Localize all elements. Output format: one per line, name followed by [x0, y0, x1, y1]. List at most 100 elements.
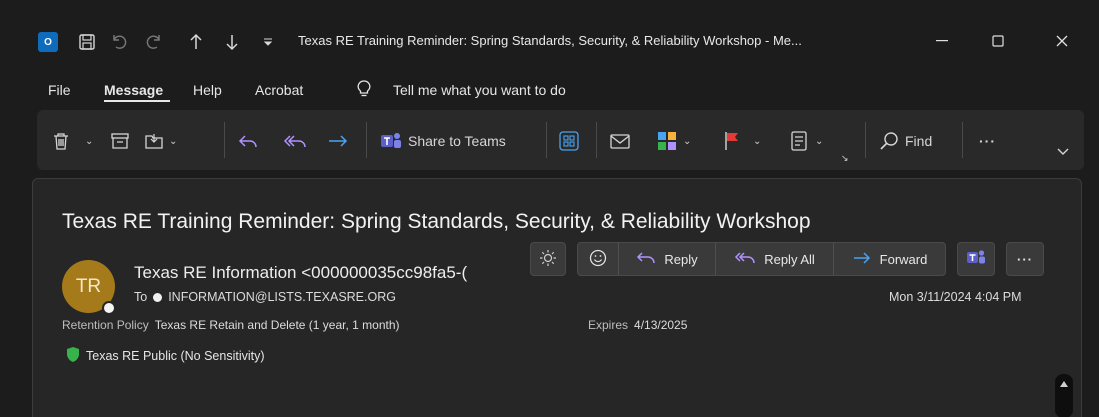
reply-label: Reply [664, 251, 698, 267]
mark-unread-button[interactable] [609, 127, 631, 155]
more-icon: ··· [1017, 251, 1033, 267]
find-button[interactable]: Find [879, 127, 932, 155]
reply-icon [636, 251, 656, 268]
sensitivity-text: Texas RE Public (No Sensitivity) [86, 349, 265, 363]
menu-acrobat[interactable]: Acrobat [255, 82, 303, 98]
smiley-icon [589, 249, 607, 270]
sun-icon [539, 249, 557, 270]
redo-icon[interactable] [145, 27, 163, 57]
quick-steps-icon [789, 131, 809, 151]
reply-action-button[interactable]: Reply [618, 243, 715, 275]
reply-all-action-button[interactable]: Reply All [715, 243, 833, 275]
avatar-initials: TR [75, 275, 102, 297]
teams-icon [966, 249, 986, 270]
undo-icon[interactable] [110, 27, 128, 57]
reply-all-icon [734, 251, 756, 268]
separator [546, 122, 547, 158]
ribbon-toolbar: ⌄ ⌄ Share to Teams ⌄ ⌄ ⌄ ↘ Find ··· [37, 110, 1084, 170]
follow-up-button[interactable]: ⌄ [723, 127, 761, 155]
forward-action-button[interactable]: Forward [833, 243, 945, 275]
message-subject: Texas RE Training Reminder: Spring Stand… [62, 210, 811, 233]
active-tab-indicator [104, 100, 170, 102]
retention-label: Retention Policy [62, 318, 149, 332]
expires-value: 4/13/2025 [634, 318, 688, 332]
react-button[interactable] [578, 243, 618, 275]
apps-button[interactable] [559, 127, 579, 155]
chevron-down-icon[interactable]: ⌄ [753, 136, 761, 147]
archive-icon [111, 133, 129, 149]
expand-ribbon-button[interactable] [1057, 138, 1069, 166]
forward-button[interactable] [327, 127, 349, 155]
find-label: Find [905, 133, 933, 149]
chevron-down-icon [1057, 148, 1069, 156]
retention-value: Texas RE Retain and Delete (1 year, 1 mo… [154, 318, 400, 332]
reply-icon [238, 133, 258, 149]
more-icon: ··· [979, 133, 996, 149]
search-icon [879, 131, 899, 151]
categorize-button[interactable]: ⌄ [657, 127, 691, 155]
teams-icon [380, 131, 402, 151]
minimize-button[interactable] [922, 26, 962, 56]
envelope-icon [609, 132, 631, 150]
lightbulb-icon[interactable] [357, 80, 371, 101]
quick-steps-button[interactable]: ⌄ [789, 127, 823, 155]
menu-file[interactable]: File [48, 82, 71, 98]
more-commands-button[interactable]: ··· [979, 127, 996, 155]
sensitivity-label[interactable]: Texas RE Public (No Sensitivity) [65, 346, 265, 366]
share-to-teams-button[interactable]: Share to Teams [380, 127, 506, 155]
separator [366, 122, 367, 158]
expires-label: Expires [588, 318, 629, 332]
chevron-down-icon[interactable]: ⌄ [683, 136, 691, 147]
caret-up-icon [1060, 381, 1068, 387]
reply-all-label: Reply All [764, 251, 815, 267]
trash-icon [53, 132, 69, 150]
chevron-down-icon[interactable]: ⌄ [169, 136, 177, 147]
reply-button[interactable] [238, 127, 258, 155]
forward-label: Forward [879, 251, 928, 267]
tell-me-search[interactable]: Tell me what you want to do [393, 82, 566, 98]
recipient-presence-icon [153, 292, 163, 302]
outlook-message-window: O Texas RE Training Reminder: Spring Sta… [0, 0, 1099, 417]
previous-item-icon[interactable] [188, 27, 204, 57]
menu-help[interactable]: Help [193, 82, 222, 98]
menu-message[interactable]: Message [104, 82, 163, 98]
separator [224, 122, 225, 158]
close-button[interactable] [1042, 26, 1082, 56]
recipient-line: To INFORMATION@LISTS.TEXASRE.ORG [134, 290, 396, 304]
reply-all-icon [283, 133, 307, 149]
separator [865, 122, 866, 158]
customize-toolbar-icon[interactable] [262, 27, 274, 57]
retention-policy: Retention Policy Texas RE Retain and Dele… [62, 318, 400, 332]
reply-all-button[interactable] [283, 127, 307, 155]
received-date: Mon 3/11/2024 4:04 PM [889, 290, 1022, 304]
scrollbar-up-arrow[interactable] [1055, 374, 1073, 417]
to-label: To [134, 290, 148, 304]
more-actions-button[interactable]: ··· [1006, 242, 1044, 276]
outlook-app-icon[interactable]: O [38, 32, 58, 52]
dialog-launcher-icon[interactable]: ↘ [841, 144, 849, 172]
flag-icon [723, 131, 741, 151]
save-icon[interactable] [78, 27, 96, 57]
forward-arrow-icon [852, 251, 872, 268]
chevron-down-icon[interactable]: ⌄ [85, 136, 93, 147]
shield-icon [65, 346, 81, 366]
window-title: Texas RE Training Reminder: Spring Stand… [298, 33, 802, 48]
move-button[interactable]: ⌄ [145, 127, 177, 155]
forward-arrow-icon [327, 133, 349, 149]
next-item-icon[interactable] [224, 27, 240, 57]
separator [962, 122, 963, 158]
chevron-down-icon[interactable]: ⌄ [815, 136, 823, 147]
archive-button[interactable] [111, 127, 129, 155]
sender-name[interactable]: Texas RE Information <000000035cc98fa5-( [134, 263, 499, 283]
teams-chat-button[interactable] [957, 242, 995, 276]
expires-info: Expires 4/13/2025 [588, 318, 687, 332]
delete-button[interactable]: ⌄ [53, 127, 93, 155]
categorize-icon [657, 131, 677, 151]
presence-status-indicator [102, 301, 116, 315]
maximize-button[interactable] [978, 26, 1018, 56]
separator [596, 122, 597, 158]
immersive-reader-button[interactable] [530, 242, 566, 276]
message-actions-group: Reply Reply All Forward [577, 242, 946, 276]
recipient-address[interactable]: INFORMATION@LISTS.TEXASRE.ORG [168, 290, 396, 304]
move-to-folder-icon [145, 132, 163, 150]
